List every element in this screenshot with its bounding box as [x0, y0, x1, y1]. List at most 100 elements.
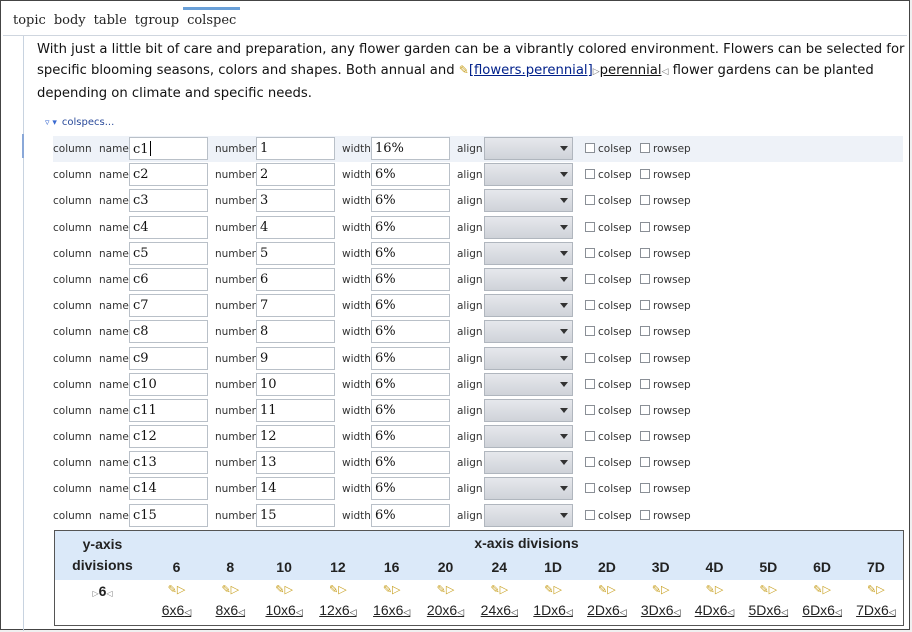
width-field[interactable]: 6% [371, 398, 450, 422]
grid-cell[interactable]: ✎▷ 3Dx6◁ [634, 583, 687, 618]
y-value-cell[interactable]: ▷6◁ [55, 583, 150, 599]
grid-cell[interactable]: ✎▷ 2Dx6◁ [580, 583, 633, 618]
rowsep-checkbox[interactable] [640, 143, 650, 153]
colsep-checkbox[interactable] [585, 483, 595, 494]
align-select[interactable] [484, 163, 573, 187]
width-field[interactable]: 6% [371, 372, 450, 396]
colspecs-header[interactable]: ▿ ▾ colspecs... [45, 117, 114, 128]
rowsep-checkbox[interactable] [640, 300, 650, 311]
rowsep-checkbox[interactable] [640, 404, 650, 415]
colsep-checkbox[interactable] [585, 457, 595, 468]
breadcrumb-table[interactable]: table [90, 7, 131, 35]
width-field[interactable]: 6% [371, 320, 450, 344]
number-field[interactable]: 14 [256, 477, 335, 501]
number-field[interactable]: 1 [256, 137, 335, 160]
colsep-checkbox[interactable] [585, 431, 595, 442]
width-field[interactable]: 6% [371, 346, 450, 370]
paragraph[interactable]: With just a little bit of care and prepa… [37, 39, 907, 104]
grid-cell[interactable]: ✎▷ 6x6◁ [150, 583, 203, 618]
number-field[interactable]: 2 [256, 163, 335, 187]
rowsep-checkbox[interactable] [640, 221, 650, 232]
grid-cell[interactable]: ✎▷ 24x6◁ [473, 583, 526, 618]
grid-cell[interactable]: ✎▷ 12x6◁ [311, 583, 364, 618]
number-field[interactable]: 12 [256, 425, 335, 449]
breadcrumb-body[interactable]: body [50, 7, 90, 35]
align-select[interactable] [484, 267, 573, 291]
number-field[interactable]: 8 [256, 320, 335, 344]
name-field[interactable]: c9 [129, 346, 208, 370]
number-field[interactable]: 6 [256, 267, 335, 291]
align-select[interactable] [484, 372, 573, 396]
grid-cell[interactable]: ✎▷ 4Dx6◁ [688, 583, 741, 618]
align-select[interactable] [484, 320, 573, 344]
grid-cell[interactable]: ✎▷ 7Dx6◁ [849, 583, 902, 618]
align-select[interactable] [484, 189, 573, 213]
width-field[interactable]: 6% [371, 503, 450, 527]
rowsep-checkbox[interactable] [640, 247, 650, 258]
grid-cell[interactable]: ✎▷ 8x6◁ [204, 583, 257, 618]
colsep-checkbox[interactable] [585, 404, 595, 415]
colsep-checkbox[interactable] [585, 195, 595, 206]
align-select[interactable] [484, 241, 573, 265]
rowsep-checkbox[interactable] [640, 457, 650, 468]
name-field[interactable]: c3 [129, 189, 208, 213]
grid-cell[interactable]: ✎▷ 1Dx6◁ [527, 583, 580, 618]
collapse-twisty-icon[interactable]: ▿ ▾ [45, 118, 57, 128]
name-field[interactable]: c1 [129, 137, 208, 160]
number-field[interactable]: 13 [256, 451, 335, 475]
colsep-checkbox[interactable] [585, 509, 595, 520]
name-field[interactable]: c12 [129, 425, 208, 449]
grid-cell[interactable]: ✎▷ 20x6◁ [419, 583, 472, 618]
number-field[interactable]: 4 [256, 215, 335, 239]
number-field[interactable]: 9 [256, 346, 335, 370]
colsep-checkbox[interactable] [585, 221, 595, 232]
rowsep-checkbox[interactable] [640, 483, 650, 494]
grid-cell[interactable]: ✎▷ 5Dx6◁ [742, 583, 795, 618]
term[interactable]: perennial [600, 63, 662, 78]
colsep-checkbox[interactable] [585, 169, 595, 180]
name-field[interactable]: c7 [129, 294, 208, 318]
breadcrumb-topic[interactable]: topic [9, 7, 50, 35]
name-field[interactable]: c8 [129, 320, 208, 344]
number-field[interactable]: 15 [256, 503, 335, 527]
number-field[interactable]: 3 [256, 189, 335, 213]
rowsep-checkbox[interactable] [640, 431, 650, 442]
width-field[interactable]: 6% [371, 451, 450, 475]
colsep-checkbox[interactable] [585, 326, 595, 337]
name-field[interactable]: c11 [129, 398, 208, 422]
breadcrumb-colspec[interactable]: colspec [183, 7, 241, 35]
align-select[interactable] [484, 477, 573, 501]
rowsep-checkbox[interactable] [640, 326, 650, 337]
colsep-checkbox[interactable] [585, 300, 595, 311]
number-field[interactable]: 5 [256, 241, 335, 265]
width-field[interactable]: 6% [371, 477, 450, 501]
name-field[interactable]: c15 [129, 503, 208, 527]
width-field[interactable]: 6% [371, 294, 450, 318]
width-field[interactable]: 6% [371, 267, 450, 291]
number-field[interactable]: 7 [256, 294, 335, 318]
rowsep-checkbox[interactable] [640, 273, 650, 284]
rowsep-checkbox[interactable] [640, 169, 650, 180]
name-field[interactable]: c6 [129, 267, 208, 291]
grid-cell[interactable]: ✎▷ 6Dx6◁ [796, 583, 849, 618]
number-field[interactable]: 11 [256, 398, 335, 422]
align-select[interactable] [484, 346, 573, 370]
name-field[interactable]: c4 [129, 215, 208, 239]
colsep-checkbox[interactable] [585, 378, 595, 389]
width-field[interactable]: 6% [371, 241, 450, 265]
rowsep-checkbox[interactable] [640, 378, 650, 389]
align-select[interactable] [484, 215, 573, 239]
name-field[interactable]: c5 [129, 241, 208, 265]
width-field[interactable]: 16% [371, 137, 450, 160]
grid-cell[interactable]: ✎▷ 10x6◁ [258, 583, 311, 618]
name-field[interactable]: c13 [129, 451, 208, 475]
width-field[interactable]: 6% [371, 163, 450, 187]
align-select[interactable] [484, 425, 573, 449]
breadcrumb-tgroup[interactable]: tgroup [131, 7, 183, 35]
number-field[interactable]: 10 [256, 372, 335, 396]
align-select[interactable] [484, 451, 573, 475]
rowsep-checkbox[interactable] [640, 352, 650, 363]
align-select[interactable] [484, 294, 573, 318]
colsep-checkbox[interactable] [585, 273, 595, 284]
name-field[interactable]: c2 [129, 163, 208, 187]
